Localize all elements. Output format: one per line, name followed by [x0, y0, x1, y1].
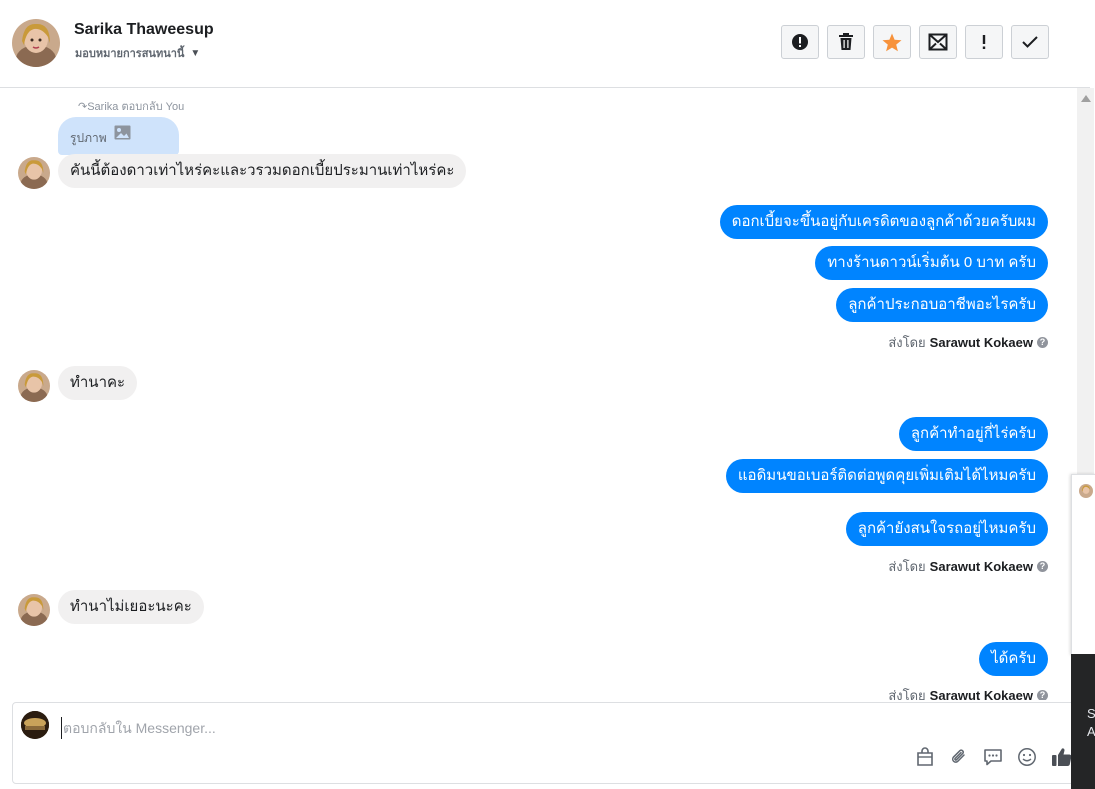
contact-avatar-small	[18, 157, 50, 189]
conversation-header: Sarika Thaweesup มอบหมายการสนทนานี้ ▼	[0, 0, 1090, 88]
composer-toolbar	[915, 746, 1073, 773]
message-thread[interactable]: ↷Sarika ตอบกลับ You รูปภาพ คันนี้ต้องดาว…	[0, 88, 1077, 700]
saved-reply-icon[interactable]	[983, 747, 1003, 772]
message-bubble-outgoing[interactable]: ลูกค้าประกอบอาชีพอะไรครับ	[836, 288, 1048, 322]
message-bubble-incoming[interactable]: คันนี้ต้องดาวเท่าไหร่คะและวรวมดอกเบี้ยปร…	[58, 154, 467, 188]
mark-unread-icon	[928, 33, 948, 51]
help-icon[interactable]: ?	[1037, 337, 1048, 348]
contact-avatar[interactable]	[12, 19, 60, 67]
message-bubble-incoming[interactable]: ทำนาคะ	[58, 366, 138, 400]
page-avatar	[21, 711, 49, 739]
contact-name[interactable]: Sarika Thaweesup	[74, 21, 214, 39]
follow-up-button[interactable]	[965, 25, 1003, 59]
image-icon	[114, 125, 131, 140]
notification-text-line: S	[1087, 706, 1095, 721]
exclamation-icon	[982, 35, 986, 49]
delete-button[interactable]	[827, 25, 865, 59]
assign-label: มอบหมายการสนทนานี้	[75, 48, 185, 60]
contact-avatar-small	[18, 594, 50, 626]
reply-hint: ↷Sarika ตอบกลับ You	[78, 101, 185, 113]
mark-unread-button[interactable]	[919, 25, 957, 59]
photo-label: รูปภาพ	[70, 131, 107, 145]
emoji-icon[interactable]	[1017, 747, 1037, 772]
caret-down-icon: ▼	[190, 47, 201, 59]
reply-composer	[12, 702, 1078, 784]
sender-name[interactable]: Sarawut Kokaew	[930, 335, 1033, 350]
mark-done-button[interactable]	[1011, 25, 1049, 59]
side-notification-panel[interactable]: S A	[1071, 654, 1095, 789]
star-icon	[882, 33, 902, 51]
message-bubble-outgoing[interactable]: ลูกค้ายังสนใจรถอยู่ไหมครับ	[845, 512, 1048, 546]
sent-by-label: ส่งโดย Sarawut Kokaew ?	[888, 685, 1048, 700]
help-icon[interactable]: ?	[1037, 690, 1048, 700]
reply-arrow-icon: ↷	[78, 101, 88, 113]
assign-conversation-dropdown[interactable]: มอบหมายการสนทนานี้ ▼	[75, 44, 200, 62]
message-bubble-outgoing[interactable]: ดอกเบี้ยจะขึ้นอยู่กับเครดิตของลูกค้าด้วย…	[719, 205, 1048, 239]
conversation-actions	[781, 25, 1049, 59]
contact-avatar-mini	[1079, 484, 1093, 498]
message-bubble-outgoing[interactable]: ทางร้านดาวน์เริ่มต้น 0 บาท ครับ	[815, 246, 1048, 280]
sender-name[interactable]: Sarawut Kokaew	[930, 559, 1033, 574]
star-button[interactable]	[873, 25, 911, 59]
scroll-up-arrow-icon[interactable]	[1081, 95, 1091, 102]
thumbs-up-icon[interactable]	[1051, 746, 1073, 773]
sent-by-label: ส่งโดย Sarawut Kokaew ?	[888, 556, 1048, 577]
sender-name[interactable]: Sarawut Kokaew	[930, 688, 1033, 700]
shopping-bag-icon[interactable]	[915, 747, 935, 772]
spam-button[interactable]	[781, 25, 819, 59]
alert-circle-icon	[792, 34, 808, 50]
check-icon	[1022, 36, 1038, 48]
message-bubble-outgoing[interactable]: ได้ครับ	[979, 642, 1048, 676]
contact-avatar-small	[18, 370, 50, 402]
reply-input[interactable]	[61, 717, 965, 739]
help-icon[interactable]: ?	[1037, 561, 1048, 572]
trash-icon	[839, 33, 853, 50]
message-bubble-outgoing[interactable]: ลูกค้าทำอยู่กี่ไร่ครับ	[898, 417, 1048, 451]
paperclip-icon[interactable]	[949, 747, 969, 772]
message-bubble-outgoing[interactable]: แอดิมนขอเบอร์ติดต่อพูดคุยเพิ่มเติมได้ไหม…	[725, 459, 1048, 493]
message-bubble-incoming[interactable]: ทำนาไม่เยอะนะคะ	[58, 590, 204, 624]
side-chat-panel[interactable]	[1071, 474, 1095, 655]
notification-text-line: A	[1087, 724, 1095, 739]
quoted-photo-bubble[interactable]: รูปภาพ	[58, 117, 179, 155]
sent-by-label: ส่งโดย Sarawut Kokaew ?	[888, 332, 1048, 353]
